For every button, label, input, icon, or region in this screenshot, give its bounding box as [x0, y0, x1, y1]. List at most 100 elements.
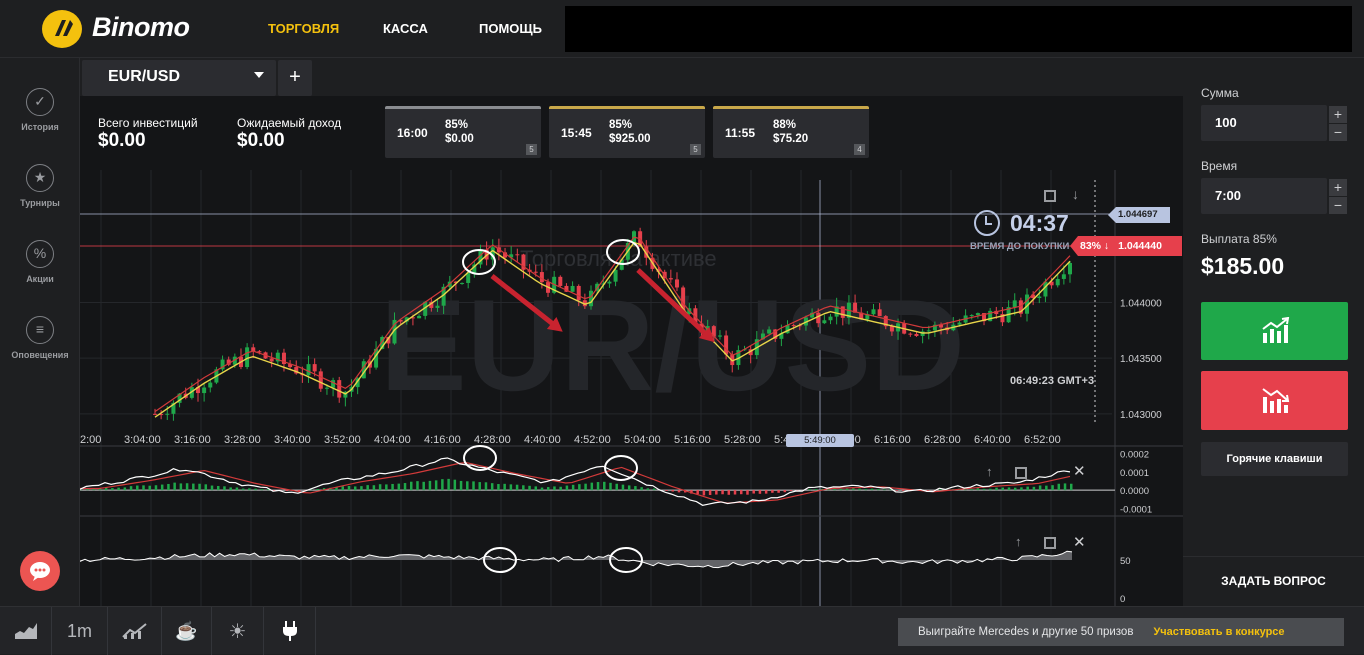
- trade-amount: $925.00: [609, 132, 651, 146]
- promo-link[interactable]: Участвовать в конкурсе: [1153, 626, 1284, 638]
- macd-histogram-bar: [173, 483, 176, 491]
- asset-selector[interactable]: EUR/USD: [82, 60, 276, 96]
- sidebar-item-promotions[interactable]: % Акции: [0, 240, 80, 284]
- nav-cashier[interactable]: КАССА: [383, 21, 428, 36]
- asset-name: EUR/USD: [108, 68, 180, 86]
- drawing-tools-button[interactable]: ☕: [162, 607, 212, 655]
- candle-body: [829, 317, 833, 321]
- fullscreen-icon[interactable]: [1015, 467, 1027, 479]
- history-icon: ✓: [26, 88, 54, 116]
- fullscreen-icon[interactable]: [1044, 190, 1056, 202]
- sidebar-item-tournaments[interactable]: ★ Турниры: [0, 164, 80, 208]
- arrow-up-icon[interactable]: ↑: [1015, 534, 1022, 549]
- time-minus-button[interactable]: −: [1329, 197, 1347, 214]
- macd-histogram-bar: [528, 486, 531, 490]
- fullscreen-icon[interactable]: [1044, 537, 1056, 549]
- amount-input[interactable]: 100: [1201, 105, 1327, 141]
- amount-minus-button[interactable]: −: [1329, 124, 1347, 141]
- plugin-button[interactable]: [264, 607, 316, 655]
- x-tick-label: 3:52:00: [324, 434, 361, 446]
- macd-histogram-bar: [516, 485, 519, 490]
- macd-histogram-bar: [883, 489, 886, 490]
- current-price-tag: 1.044697: [1108, 207, 1170, 223]
- macd-histogram-bar: [765, 490, 768, 494]
- chat-button[interactable]: [20, 551, 60, 591]
- macd-histogram-bar: [1039, 485, 1042, 490]
- macd-histogram-bar: [454, 480, 457, 490]
- macd-histogram-bar: [1002, 488, 1005, 491]
- candle-body: [307, 364, 311, 375]
- plug-icon: [281, 620, 299, 642]
- sidebar-item-notifications[interactable]: ≡ Оповещения: [0, 316, 80, 360]
- candle-body: [970, 315, 974, 316]
- arrow-down-icon[interactable]: ↓: [1072, 186, 1079, 202]
- macd-histogram-bar: [665, 490, 668, 491]
- close-icon[interactable]: ✕: [1073, 533, 1086, 551]
- candle-body: [927, 330, 931, 331]
- sidebar-item-history[interactable]: ✓ История: [0, 88, 80, 132]
- candle-body: [957, 323, 961, 325]
- binomo-logo-icon[interactable]: [42, 10, 82, 48]
- macd-histogram-bar: [503, 484, 506, 490]
- buy-up-button[interactable]: [1201, 302, 1348, 360]
- macd-histogram-bar: [939, 489, 942, 490]
- macd-histogram-bar: [535, 486, 538, 490]
- macd-histogram-bar: [130, 486, 133, 490]
- trade-card[interactable]: 15:45 85%$925.00 5: [549, 106, 705, 158]
- macd-histogram-bar: [653, 489, 656, 491]
- trade-card[interactable]: 11:55 88%$75.20 4: [713, 106, 869, 158]
- timeframe-button[interactable]: 1m: [52, 607, 108, 655]
- macd-histogram-bar: [478, 482, 481, 490]
- indicators-button[interactable]: [108, 607, 162, 655]
- trade-time: 11:55: [725, 126, 755, 140]
- x-tick-label: 3:40:00: [274, 434, 311, 446]
- sidebar-item-label: История: [0, 122, 80, 132]
- percent-icon: %: [26, 240, 54, 268]
- macd-histogram-bar: [852, 488, 855, 490]
- ask-question-button[interactable]: ЗАДАТЬ ВОПРОС: [1183, 556, 1364, 606]
- theme-button[interactable]: ☀: [212, 607, 264, 655]
- x-tick-label: 4:40:00: [524, 434, 561, 446]
- add-asset-button[interactable]: +: [278, 60, 312, 96]
- x-tick-label: 2:00: [80, 434, 101, 446]
- arrow-up-icon[interactable]: ↑: [986, 464, 993, 479]
- macd-histogram-bar: [709, 490, 712, 495]
- macd-histogram-bar: [373, 485, 376, 490]
- x-tick-label: 6:40:00: [974, 434, 1011, 446]
- macd-histogram-bar: [161, 485, 164, 491]
- amount-plus-button[interactable]: +: [1329, 106, 1347, 123]
- macd-histogram-bar: [111, 488, 114, 490]
- brand-name[interactable]: Binomo: [92, 12, 190, 43]
- macd-histogram-bar: [223, 486, 226, 490]
- buy-down-button[interactable]: [1201, 371, 1348, 430]
- candle-body: [435, 306, 439, 308]
- macd-histogram-bar: [846, 489, 849, 490]
- candle-body: [792, 325, 796, 326]
- promo-banner[interactable]: Выиграйте Mercedes и другие 50 призов Уч…: [898, 618, 1344, 646]
- chart-type-area-button[interactable]: [0, 607, 52, 655]
- trade-info: 85%$925.00: [609, 118, 651, 146]
- sun-icon: ☀: [229, 619, 247, 644]
- macd-histogram-bar: [547, 487, 550, 490]
- macd-histogram-bar: [640, 487, 643, 490]
- candle-body: [319, 371, 323, 388]
- macd-histogram-bar: [628, 485, 631, 490]
- close-icon[interactable]: ✕: [1073, 462, 1086, 480]
- trade-card[interactable]: 16:00 85%$0.00 5: [385, 106, 541, 158]
- candle-body: [607, 282, 611, 284]
- server-time: 06:49:23 GMT+3: [1010, 375, 1094, 387]
- macd-histogram-bar: [205, 484, 208, 490]
- nav-trading[interactable]: ТОРГОВЛЯ: [268, 21, 339, 36]
- candle-body: [571, 286, 575, 292]
- macd-histogram-bar: [242, 489, 245, 491]
- hotkeys-button[interactable]: Горячие клавиши: [1201, 442, 1348, 476]
- candle-body: [1037, 297, 1041, 298]
- macd-histogram-bar: [1045, 486, 1048, 490]
- macd-histogram-bar: [360, 486, 363, 490]
- candle-body: [718, 335, 722, 336]
- time-input[interactable]: 7:00: [1201, 178, 1327, 214]
- time-plus-button[interactable]: +: [1329, 179, 1347, 196]
- sidebar-item-label: Турниры: [0, 198, 80, 208]
- nav-help[interactable]: ПОМОЩЬ: [479, 21, 542, 36]
- candle-body: [878, 309, 882, 316]
